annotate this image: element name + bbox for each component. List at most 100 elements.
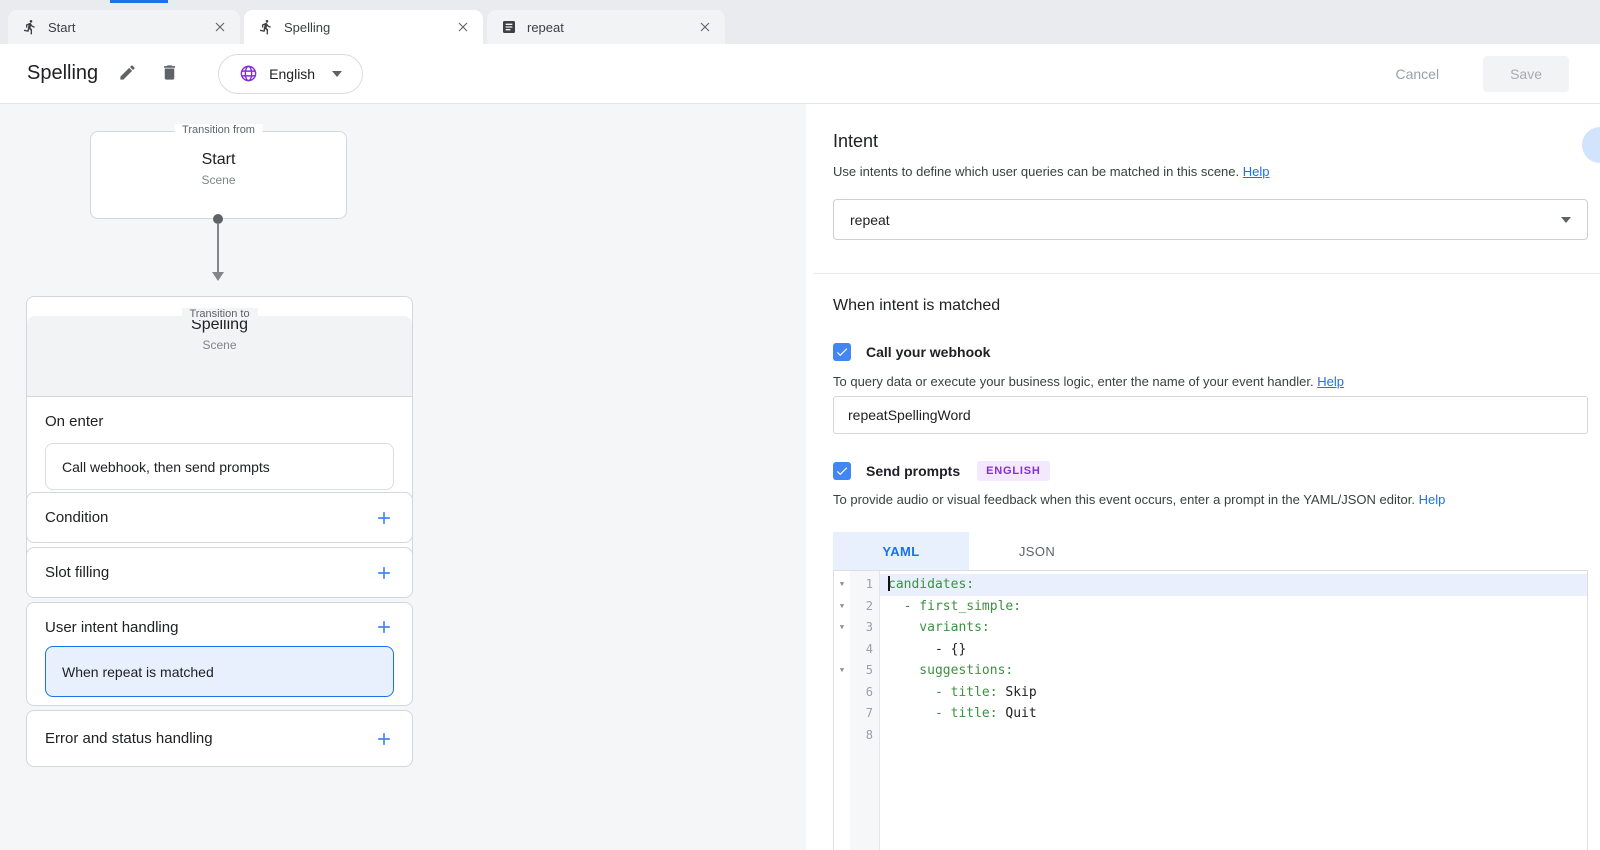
- connector-line: [217, 223, 219, 273]
- line-number: 2: [850, 596, 880, 618]
- webhook-handler-input[interactable]: [833, 396, 1588, 434]
- fold-spacer: [834, 725, 850, 747]
- chevron-down-icon: [1561, 217, 1571, 223]
- code-line[interactable]: 4 - {}: [834, 639, 1587, 661]
- slot-filling-section: Slot filling: [26, 547, 413, 598]
- prompts-checkbox-row: Send prompts ENGLISH: [833, 461, 1050, 481]
- close-tab-button[interactable]: [455, 19, 471, 35]
- code-line[interactable]: 8: [834, 725, 1587, 747]
- actions-console-screen: Start Spelling repeat Spelling: [0, 0, 1600, 850]
- yaml-value-token: Skip: [1005, 685, 1036, 700]
- fold-toggle-icon[interactable]: ▼: [834, 660, 850, 682]
- line-number: 8: [850, 725, 880, 747]
- intent-heading: Intent: [833, 131, 878, 152]
- text-cursor: [888, 576, 890, 591]
- intent-detail-panel: Intent Use intents to define which user …: [806, 104, 1600, 850]
- condition-label: Condition: [45, 509, 108, 526]
- webhook-checkbox-row: Call your webhook: [833, 343, 990, 361]
- code-line[interactable]: ▼1candidates:: [834, 574, 1587, 596]
- intent-help-link[interactable]: Help: [1243, 164, 1270, 179]
- code-text[interactable]: - title: Skip: [880, 682, 1587, 704]
- condition-section: Condition: [26, 492, 413, 543]
- header-actions: Cancel Save: [1381, 56, 1600, 92]
- scene-icon: [22, 19, 38, 35]
- delete-button[interactable]: [160, 63, 182, 85]
- code-line[interactable]: ▼5 suggestions:: [834, 660, 1587, 682]
- intent-select[interactable]: repeat: [833, 199, 1588, 240]
- code-line[interactable]: 7 - title: Quit: [834, 703, 1587, 725]
- code-text[interactable]: - {}: [880, 639, 1587, 661]
- top-progress-indicator: [110, 0, 168, 3]
- tab-repeat[interactable]: repeat: [487, 10, 725, 44]
- transition-to-node[interactable]: Transition to Spelling Scene: [27, 316, 412, 397]
- connector-arrowhead-icon: [212, 272, 224, 281]
- add-intent-handler-button[interactable]: [374, 617, 394, 637]
- prompts-help-link[interactable]: Help: [1419, 492, 1446, 507]
- code-line[interactable]: ▼2 - first_simple:: [834, 596, 1587, 618]
- section-divider: [814, 273, 1600, 274]
- webhook-help-link[interactable]: Help: [1317, 374, 1344, 389]
- prompts-checkbox[interactable]: [833, 462, 851, 480]
- tab-yaml[interactable]: YAML: [833, 532, 969, 570]
- tab-bar: Start Spelling repeat: [0, 0, 1600, 44]
- scene-header: Spelling English Cancel Save: [0, 44, 1600, 104]
- transition-from-node[interactable]: Transition from Start Scene: [90, 131, 347, 219]
- transition-to-legend: Transition to: [181, 308, 257, 320]
- add-error-handler-button[interactable]: [374, 729, 394, 749]
- code-text[interactable]: candidates:: [880, 574, 1587, 596]
- intent-description: Use intents to define which user queries…: [833, 164, 1270, 179]
- close-tab-button[interactable]: [212, 19, 228, 35]
- flow-canvas: Transition from Start Scene Transition t…: [0, 104, 806, 850]
- code-text[interactable]: [880, 725, 1587, 747]
- editor-tabs: YAML JSON: [833, 532, 1105, 570]
- yaml-key-token: suggestions:: [888, 663, 1013, 678]
- yaml-key-token: - first_simple:: [888, 599, 1021, 614]
- webhook-checkbox[interactable]: [833, 343, 851, 361]
- fold-toggle-icon[interactable]: ▼: [834, 574, 850, 596]
- slot-filling-label: Slot filling: [45, 564, 109, 581]
- error-handling-section: Error and status handling: [26, 710, 413, 767]
- tab-spelling[interactable]: Spelling: [244, 10, 483, 44]
- scene-icon: [258, 19, 274, 35]
- on-enter-item[interactable]: Call webhook, then send prompts: [45, 443, 394, 490]
- code-text[interactable]: suggestions:: [880, 660, 1587, 682]
- tab-start[interactable]: Start: [8, 10, 240, 44]
- yaml-key-token: - title:: [888, 685, 1005, 700]
- yaml-key-token: - title:: [888, 706, 1005, 721]
- fold-spacer: [834, 639, 850, 661]
- yaml-key-token: candidates:: [888, 577, 974, 592]
- prompts-label: Send prompts: [866, 463, 960, 479]
- node-title: Start: [91, 151, 346, 169]
- intent-icon: [501, 19, 517, 35]
- prompts-description: To provide audio or visual feedback when…: [833, 492, 1445, 507]
- cancel-button[interactable]: Cancel: [1381, 57, 1453, 91]
- language-selector[interactable]: English: [218, 54, 363, 94]
- transition-from-legend: Transition from: [174, 124, 263, 136]
- close-tab-button[interactable]: [697, 19, 713, 35]
- line-number: 3: [850, 617, 880, 639]
- intent-handler-item-selected[interactable]: When repeat is matched: [45, 646, 394, 697]
- user-intent-section: User intent handling When repeat is matc…: [26, 602, 413, 706]
- code-text[interactable]: - title: Quit: [880, 703, 1587, 725]
- error-handling-label: Error and status handling: [45, 730, 213, 747]
- on-enter-section: On enter Call webhook, then send prompts: [27, 397, 412, 506]
- fold-toggle-icon[interactable]: ▼: [834, 617, 850, 639]
- code-lines: ▼1candidates:▼2 - first_simple:▼3 varian…: [834, 571, 1587, 746]
- edit-button[interactable]: [118, 63, 140, 85]
- yaml-value-token: Quit: [1005, 706, 1036, 721]
- tab-json[interactable]: JSON: [969, 532, 1105, 570]
- code-text[interactable]: - first_simple:: [880, 596, 1587, 618]
- user-intent-label: User intent handling: [45, 619, 178, 636]
- code-line[interactable]: ▼3 variants:: [834, 617, 1587, 639]
- page-title: Spelling: [27, 62, 98, 85]
- code-text[interactable]: variants:: [880, 617, 1587, 639]
- save-button[interactable]: Save: [1483, 56, 1569, 92]
- on-enter-label: On enter: [45, 413, 394, 430]
- add-condition-button[interactable]: [374, 508, 394, 528]
- code-line[interactable]: 6 - title: Skip: [834, 682, 1587, 704]
- add-slot-button[interactable]: [374, 563, 394, 583]
- node-subtitle: Scene: [27, 338, 412, 352]
- scene-card: Transition to Spelling Scene On enter Ca…: [26, 296, 413, 590]
- fold-toggle-icon[interactable]: ▼: [834, 596, 850, 618]
- yaml-editor[interactable]: ▼1candidates:▼2 - first_simple:▼3 varian…: [833, 570, 1588, 850]
